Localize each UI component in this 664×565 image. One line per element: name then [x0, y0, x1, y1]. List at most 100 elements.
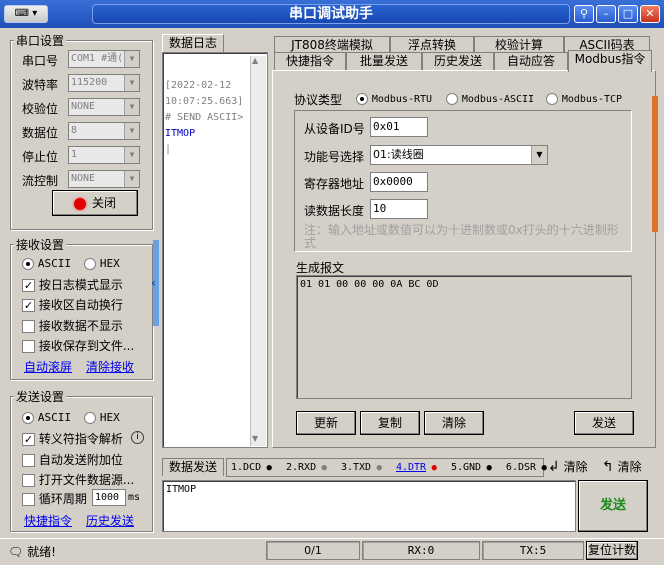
append-bit-checkbox[interactable]: 自动发送附加位: [22, 451, 123, 468]
log-scrollbar[interactable]: [250, 56, 266, 446]
panel-scroll-indicator[interactable]: [652, 96, 658, 232]
chevron-down-icon: ▼: [124, 75, 139, 91]
chevron-down-icon: ▼: [124, 51, 139, 67]
status-ready: 🗨 就绪!: [8, 545, 56, 559]
info-icon[interactable]: i: [131, 431, 144, 444]
auto-scroll-link[interactable]: 自动滚屏: [24, 358, 72, 375]
scroll-up-icon[interactable]: ▲: [252, 56, 258, 65]
reset-count-button[interactable]: 复位计数: [586, 541, 638, 560]
register-input[interactable]: 0x0000: [370, 172, 428, 192]
chevron-down-icon: ▼: [124, 147, 139, 163]
auto-wrap-checkbox[interactable]: ✓ 接收区自动换行: [22, 296, 123, 313]
quick-command-link[interactable]: 快捷指令: [24, 512, 72, 529]
function-label: 功能号选择: [304, 150, 365, 164]
send-button[interactable]: 发送: [578, 480, 648, 532]
input-note: 注：输入地址或数值可以为十进制数或0x打头的十六进制形式: [304, 223, 619, 250]
tab-quick-command[interactable]: 快捷指令: [274, 52, 346, 70]
tab-history-send[interactable]: 历史发送: [422, 52, 494, 70]
copy-button[interactable]: 复制: [360, 411, 420, 435]
progress-count: 0/1: [266, 541, 360, 560]
pin-icon[interactable]: ⚲: [574, 5, 594, 23]
pin-status-bar: 1.DCD ● 2.RXD ● 3.TXD ● 4.DTR ● 5.GND ● …: [226, 458, 547, 477]
port-select[interactable]: COM1 #通(▼: [68, 50, 140, 68]
generated-frame[interactable]: 01 01 00 00 00 0A BC 0D: [296, 275, 632, 399]
length-input[interactable]: 10: [370, 199, 428, 219]
parity-label: 校验位: [22, 102, 59, 116]
clear-log-button[interactable]: ↰ 清除: [602, 458, 642, 475]
modbus-send-button[interactable]: 发送: [574, 411, 634, 435]
scroll-down-icon[interactable]: ▼: [252, 434, 258, 443]
baud-select[interactable]: 115200 ▼: [68, 74, 140, 92]
protocol-ascii-radio[interactable]: Modbus-ASCII: [446, 91, 534, 105]
update-button[interactable]: 更新: [296, 411, 356, 435]
protocol-rtu-radio[interactable]: Modbus-RTU: [356, 91, 432, 105]
protocol-label: 协议类型: [294, 93, 343, 107]
pin-dsr: 6.DSR ●: [505, 462, 547, 473]
open-file-checkbox[interactable]: 打开文件数据源...: [22, 471, 134, 488]
length-label: 读数据长度: [304, 204, 365, 218]
window-title: 串口调试助手: [92, 4, 570, 24]
pin-txd: 3.TXD ●: [340, 462, 382, 473]
tab-modbus[interactable]: Modbus指令: [568, 50, 652, 72]
close-port-button[interactable]: 关闭: [52, 190, 138, 216]
chevron-down-icon: ▼: [124, 123, 139, 139]
parity-select[interactable]: NONE ▼: [68, 98, 140, 116]
cycle-unit: ms: [128, 492, 141, 503]
receive-settings-label: 接收设置: [14, 236, 67, 253]
close-window-button[interactable]: ✕: [640, 5, 660, 23]
databits-label: 数据位: [22, 126, 59, 140]
save-file-checkbox[interactable]: 接收保存到文件...: [22, 337, 134, 354]
send-history-link[interactable]: 历史发送: [86, 512, 134, 529]
cycle-input[interactable]: 1000: [92, 489, 126, 506]
tab-float-convert[interactable]: 浮点转换: [390, 36, 474, 52]
system-menu-button[interactable]: ⌨ ▾: [4, 5, 48, 23]
tab-batch-send[interactable]: 批量发送: [346, 52, 422, 70]
flow-select[interactable]: NONE ▼: [68, 170, 140, 188]
log-text: [2022-02-12 10:07:25.663] # SEND ASCII> …: [165, 80, 244, 155]
slave-id-input[interactable]: 0x01: [370, 117, 428, 137]
tab-checksum[interactable]: 校验计算: [474, 36, 564, 52]
rx-count: RX:0: [362, 541, 480, 560]
chevron-down-icon: ▼: [124, 99, 139, 115]
stopbits-select[interactable]: 1 ▼: [68, 146, 140, 164]
escape-parse-checkbox[interactable]: ✓ 转义符指令解析: [22, 430, 123, 447]
serial-settings-label: 串口设置: [14, 32, 67, 49]
send-input[interactable]: ITMOP: [162, 480, 576, 532]
protocol-tcp-radio[interactable]: Modbus-TCP: [546, 91, 622, 105]
keyboard-icon: ⌨ ▾: [14, 8, 38, 19]
up-arrow-icon: ↰: [602, 459, 614, 475]
recv-hex-radio[interactable]: HEX: [84, 256, 120, 270]
tab-jt808[interactable]: JT808终端模拟: [274, 36, 390, 52]
minimize-button[interactable]: –: [596, 5, 616, 23]
pin-rxd: 2.RXD ●: [285, 462, 327, 473]
chevron-left-icon[interactable]: ‹: [151, 276, 156, 290]
tx-count: TX:5: [482, 541, 584, 560]
clear-frame-button[interactable]: 清除: [424, 411, 484, 435]
tab-data-log[interactable]: 数据日志: [162, 34, 224, 52]
cycle-checkbox[interactable]: 循环周期: [22, 490, 87, 507]
status-icon: 🗨: [8, 545, 24, 559]
databits-select[interactable]: 8 ▼: [68, 122, 140, 140]
return-arrow-icon: ↲: [548, 459, 560, 475]
generated-label: 生成报文: [296, 261, 345, 275]
clear-send-button[interactable]: ↲ 清除: [548, 458, 588, 475]
tab-data-send[interactable]: 数据发送: [162, 458, 224, 476]
tab-auto-reply[interactable]: 自动应答: [494, 52, 568, 70]
register-label: 寄存器地址: [304, 177, 365, 191]
function-select[interactable]: 01:读线圈 ▼: [370, 145, 548, 165]
hide-data-checkbox[interactable]: 接收数据不显示: [22, 317, 123, 334]
pin-dcd: 1.DCD ●: [231, 462, 272, 473]
send-hex-radio[interactable]: HEX: [84, 410, 120, 424]
maximize-button[interactable]: □: [618, 5, 638, 23]
send-settings-label: 发送设置: [14, 388, 67, 405]
clear-receive-link[interactable]: 清除接收: [86, 358, 134, 375]
stopbits-label: 停止位: [22, 150, 59, 164]
flow-label: 流控制: [22, 174, 59, 188]
chevron-down-icon: ▼: [531, 146, 547, 164]
log-mode-checkbox[interactable]: ✓ 按日志模式显示: [22, 276, 123, 293]
send-ascii-radio[interactable]: ASCII: [22, 410, 71, 424]
recv-ascii-radio[interactable]: ASCII: [22, 256, 71, 270]
port-label: 串口号: [22, 54, 59, 68]
slave-id-label: 从设备ID号: [304, 122, 365, 136]
pin-dtr[interactable]: 4.DTR: [396, 462, 426, 473]
